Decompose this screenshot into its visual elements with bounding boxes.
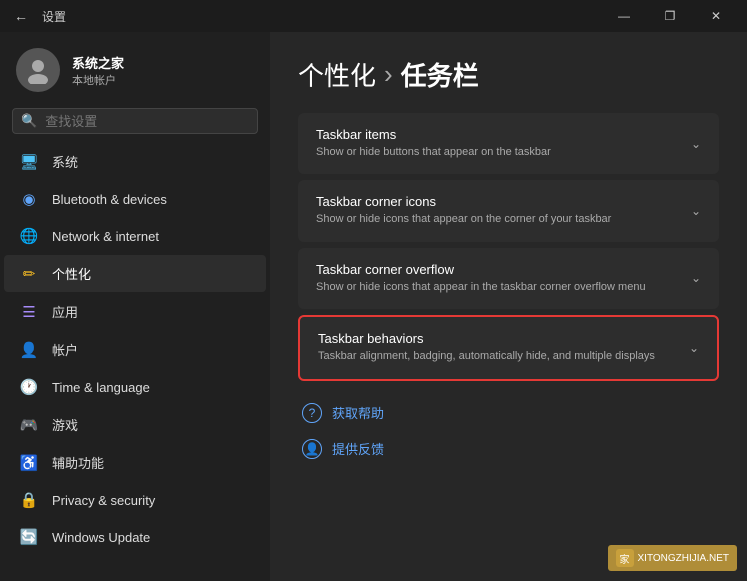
sidebar-item-label-accessibility: 辅助功能	[52, 453, 104, 472]
help-icon-feedback: 👤	[302, 439, 322, 459]
card-title-taskbar-corner-icons: Taskbar corner icons	[316, 194, 679, 209]
help-link-feedback[interactable]: 👤 提供反馈	[298, 431, 719, 467]
gaming-icon: 🎮	[20, 416, 38, 434]
breadcrumb: 个性化 › 任务栏	[298, 56, 719, 93]
nav-list: 🖥 系统 ◉ Bluetooth & devices 🌐 Network & i…	[0, 142, 270, 556]
card-taskbar-items[interactable]: Taskbar items Show or hide buttons that …	[298, 113, 719, 174]
help-icon-get-help: ?	[302, 403, 322, 423]
breadcrumb-separator: ›	[384, 59, 393, 90]
sidebar-item-label-update: Windows Update	[52, 530, 150, 545]
card-title-taskbar-corner-overflow: Taskbar corner overflow	[316, 262, 679, 277]
title-bar: ← 设置 — ❐ ✕	[0, 0, 747, 32]
card-taskbar-corner-icons[interactable]: Taskbar corner icons Show or hide icons …	[298, 180, 719, 241]
avatar	[16, 48, 60, 92]
privacy-icon: 🔒	[20, 491, 38, 509]
main-content: 个性化 › 任务栏 Taskbar items Show or hide but…	[270, 32, 747, 581]
help-label-get-help: 获取帮助	[332, 403, 384, 422]
user-account-type: 本地帐户	[72, 72, 124, 88]
card-desc-taskbar-items: Show or hide buttons that appear on the …	[316, 145, 679, 160]
card-taskbar-behaviors[interactable]: Taskbar behaviors Taskbar alignment, bad…	[298, 315, 719, 380]
sidebar-item-bluetooth[interactable]: ◉ Bluetooth & devices	[4, 181, 266, 217]
personalization-icon: ✏	[20, 265, 38, 283]
card-title-taskbar-behaviors: Taskbar behaviors	[318, 331, 677, 346]
chevron-icon-taskbar-corner-overflow: ⌄	[691, 271, 701, 285]
help-label-feedback: 提供反馈	[332, 439, 384, 458]
breadcrumb-parent: 个性化	[298, 56, 376, 93]
sidebar-item-update[interactable]: 🔄 Windows Update	[4, 519, 266, 555]
sidebar-item-label-personalization: 个性化	[52, 264, 91, 283]
breadcrumb-current: 任务栏	[401, 56, 479, 93]
sidebar-item-gaming[interactable]: 🎮 游戏	[4, 406, 266, 443]
user-profile[interactable]: 系统之家 本地帐户	[0, 32, 270, 108]
watermark: 家 XITONGZHIJIA.NET	[608, 545, 738, 571]
sidebar-item-label-accounts: 帐户	[52, 340, 78, 359]
sidebar-item-label-bluetooth: Bluetooth & devices	[52, 192, 167, 207]
chevron-icon-taskbar-items: ⌄	[691, 137, 701, 151]
title-bar-controls: — ❐ ✕	[601, 0, 739, 32]
sidebar-item-time[interactable]: 🕐 Time & language	[4, 369, 266, 405]
title-bar-left: ← 设置	[8, 4, 66, 28]
card-text-taskbar-corner-icons: Taskbar corner icons Show or hide icons …	[316, 194, 679, 227]
system-icon: 🖥	[20, 153, 38, 171]
card-text-taskbar-items: Taskbar items Show or hide buttons that …	[316, 127, 679, 160]
card-desc-taskbar-corner-icons: Show or hide icons that appear on the co…	[316, 212, 679, 227]
sidebar-item-label-privacy: Privacy & security	[52, 493, 155, 508]
chevron-icon-taskbar-corner-icons: ⌄	[691, 204, 701, 218]
sidebar-item-system[interactable]: 🖥 系统	[4, 143, 266, 180]
card-desc-taskbar-behaviors: Taskbar alignment, badging, automaticall…	[318, 349, 677, 364]
maximize-button[interactable]: ❐	[647, 0, 693, 32]
sidebar-item-privacy[interactable]: 🔒 Privacy & security	[4, 482, 266, 518]
bluetooth-icon: ◉	[20, 190, 38, 208]
sidebar-item-label-time: Time & language	[52, 380, 150, 395]
chevron-icon-taskbar-behaviors: ⌄	[689, 341, 699, 355]
help-section: ? 获取帮助 👤 提供反馈	[298, 395, 719, 467]
network-icon: 🌐	[20, 227, 38, 245]
sidebar-item-accounts[interactable]: 👤 帐户	[4, 331, 266, 368]
cards-list: Taskbar items Show or hide buttons that …	[298, 113, 719, 381]
search-bar[interactable]: 🔍	[12, 108, 258, 134]
sidebar-item-apps[interactable]: ☰ 应用	[4, 293, 266, 330]
apps-icon: ☰	[20, 303, 38, 321]
back-button[interactable]: ←	[8, 4, 34, 28]
title-bar-title: 设置	[42, 8, 66, 25]
sidebar-item-label-network: Network & internet	[52, 229, 159, 244]
sidebar-item-label-system: 系统	[52, 152, 78, 171]
user-info: 系统之家 本地帐户	[72, 53, 124, 88]
card-title-taskbar-items: Taskbar items	[316, 127, 679, 142]
sidebar-item-label-apps: 应用	[52, 302, 78, 321]
help-link-get-help[interactable]: ? 获取帮助	[298, 395, 719, 431]
accounts-icon: 👤	[20, 341, 38, 359]
sidebar-item-accessibility[interactable]: ♿ 辅助功能	[4, 444, 266, 481]
time-icon: 🕐	[20, 378, 38, 396]
sidebar-item-network[interactable]: 🌐 Network & internet	[4, 218, 266, 254]
minimize-button[interactable]: —	[601, 0, 647, 32]
search-icon: 🔍	[21, 113, 37, 129]
watermark-text: XITONGZHIJIA.NET	[638, 553, 730, 564]
watermark-icon: 家	[616, 549, 634, 567]
search-input[interactable]	[45, 114, 249, 129]
accessibility-icon: ♿	[20, 454, 38, 472]
sidebar: 系统之家 本地帐户 🔍 🖥 系统 ◉ Bluetooth & devices 🌐…	[0, 32, 270, 581]
user-name: 系统之家	[72, 53, 124, 72]
card-text-taskbar-behaviors: Taskbar behaviors Taskbar alignment, bad…	[318, 331, 677, 364]
card-taskbar-corner-overflow[interactable]: Taskbar corner overflow Show or hide ico…	[298, 248, 719, 309]
update-icon: 🔄	[20, 528, 38, 546]
card-text-taskbar-corner-overflow: Taskbar corner overflow Show or hide ico…	[316, 262, 679, 295]
card-desc-taskbar-corner-overflow: Show or hide icons that appear in the ta…	[316, 280, 679, 295]
close-button[interactable]: ✕	[693, 0, 739, 32]
sidebar-item-label-gaming: 游戏	[52, 415, 78, 434]
sidebar-item-personalization[interactable]: ✏ 个性化	[4, 255, 266, 292]
app-body: 系统之家 本地帐户 🔍 🖥 系统 ◉ Bluetooth & devices 🌐…	[0, 32, 747, 581]
